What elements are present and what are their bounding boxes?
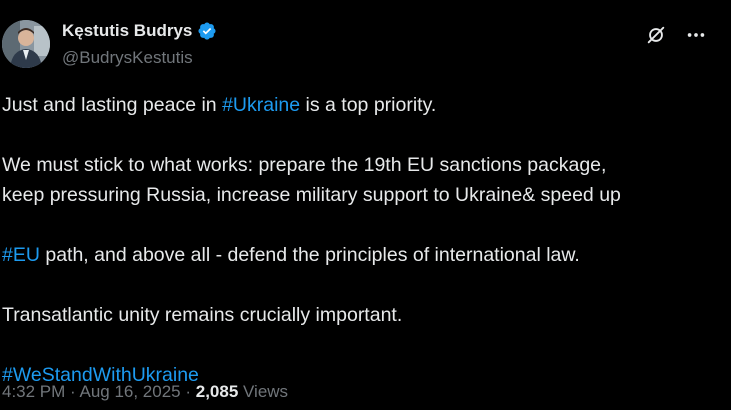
- hashtag-ukraine-link[interactable]: #Ukraine: [222, 94, 300, 116]
- author-name-row[interactable]: Kęstutis Budrys: [62, 21, 217, 41]
- tweet-line-3: keep pressuring Russia, increase militar…: [2, 184, 621, 206]
- verified-badge-icon[interactable]: [197, 21, 217, 41]
- tweet-line-1: Just and lasting peace in #Ukraine is a …: [2, 90, 722, 120]
- avatar[interactable]: [2, 20, 50, 68]
- tweet-text: Just and lasting peace in #Ukraine is a …: [2, 90, 722, 390]
- meta-separator: ·: [180, 382, 196, 401]
- tweet-text-segment: is a top priority.: [300, 94, 437, 116]
- hashtag-eu-link[interactable]: #EU: [2, 244, 40, 266]
- tweet-line-5: Transatlantic unity remains crucially im…: [2, 304, 403, 326]
- tweet-text-segment: path, and above all - defend the princip…: [39, 244, 580, 266]
- tweet-date: Aug 16, 2025: [79, 382, 181, 401]
- grok-icon[interactable]: [643, 22, 669, 48]
- tweet-line-2: We must stick to what works: prepare the…: [2, 154, 607, 176]
- views-count: 2,085: [195, 382, 239, 401]
- meta-separator: ·: [65, 382, 80, 401]
- views-link[interactable]: 2,085 Views: [196, 382, 288, 401]
- tweet-header-actions: [643, 22, 709, 48]
- tweet-meta: 4:32 PM · Aug 16, 2025 · 2,085 Views: [2, 382, 288, 402]
- author-display-name[interactable]: Kęstutis Budrys: [62, 21, 192, 41]
- more-options-icon[interactable]: [683, 22, 709, 48]
- author-handle[interactable]: @BudrysKestutis: [62, 48, 193, 68]
- tweet-text-segment: Just and lasting peace in: [2, 94, 223, 116]
- views-label: Views: [238, 382, 289, 401]
- tweet-timestamp-link[interactable]: 4:32 PM · Aug 16, 2025: [2, 382, 181, 401]
- ukraine-flag-emoji: [2, 217, 24, 233]
- tweet-line-4: [2, 210, 722, 240]
- tweet-time: 4:32 PM: [2, 382, 66, 401]
